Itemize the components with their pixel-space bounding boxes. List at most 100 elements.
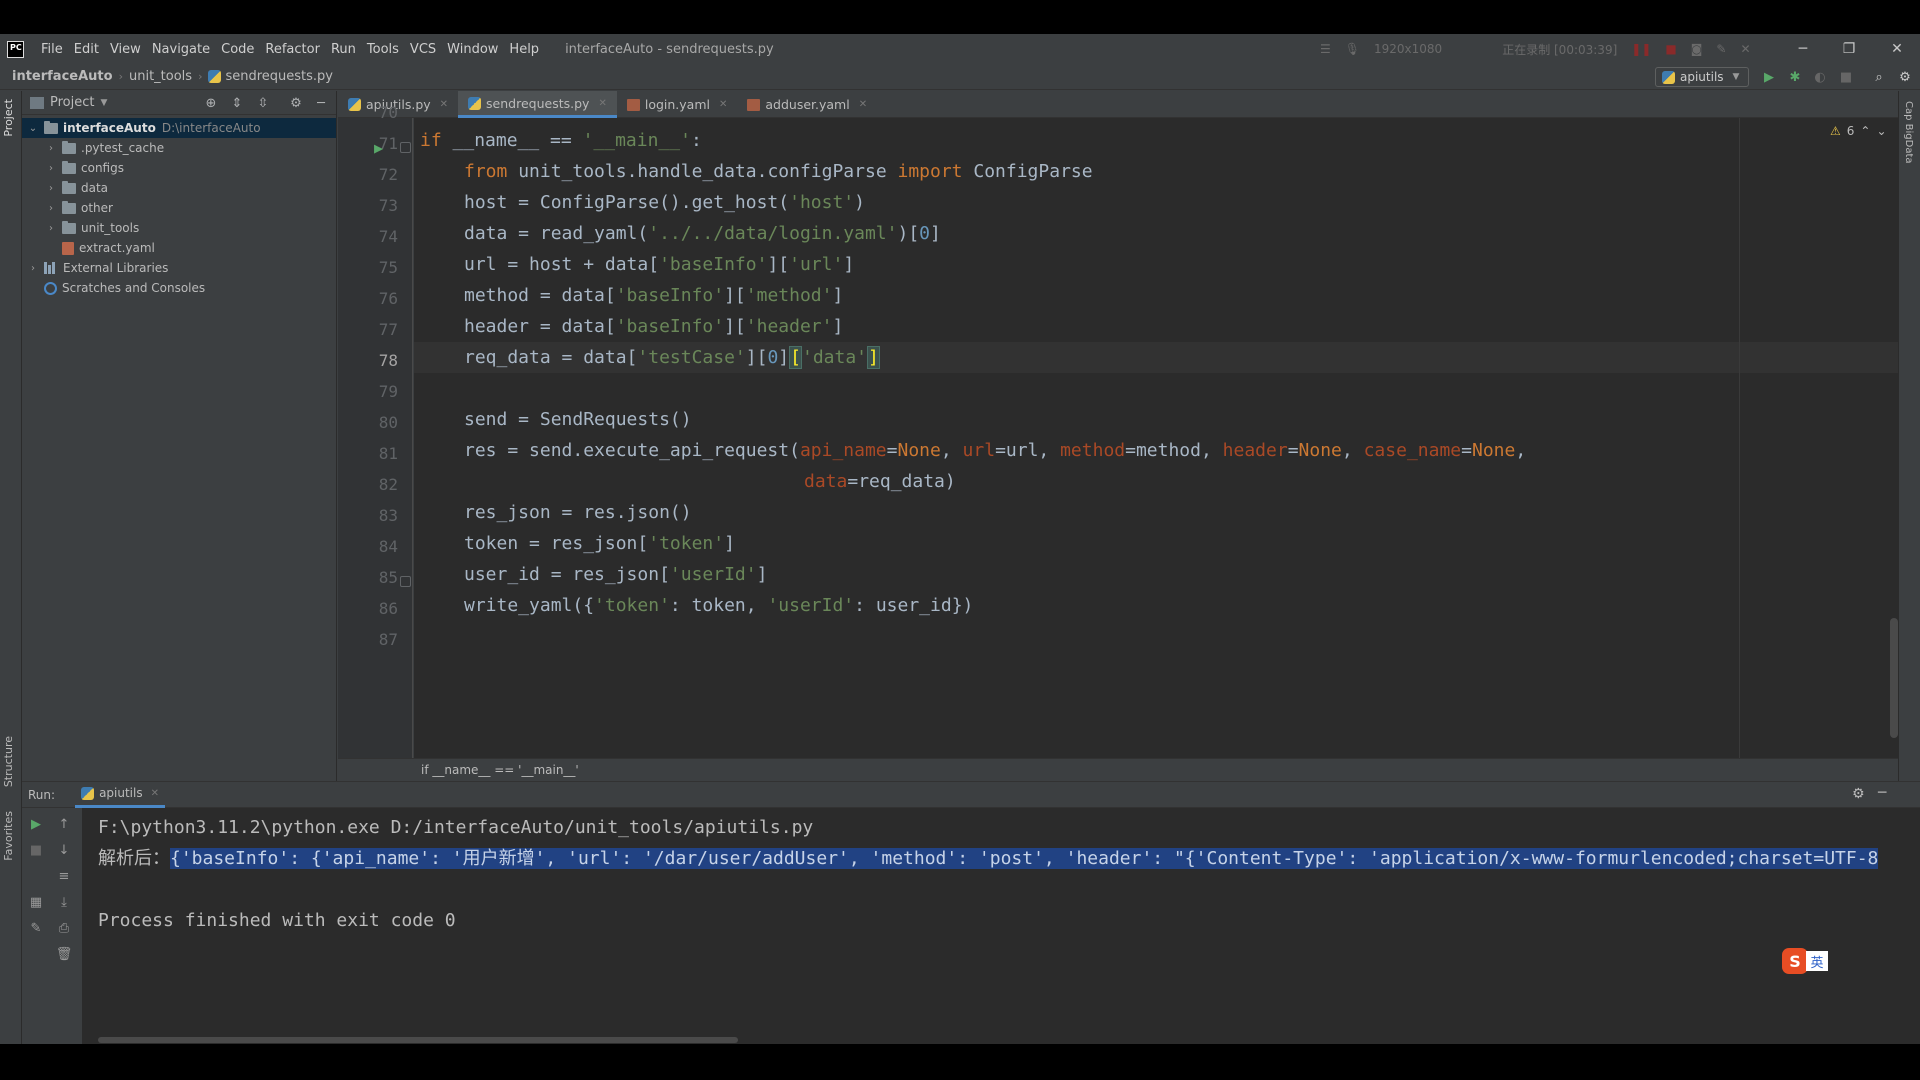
pin-icon[interactable]: ✎ bbox=[26, 918, 46, 938]
arrow-down-icon[interactable]: ↓ bbox=[54, 840, 74, 860]
tree-item-configs[interactable]: › configs bbox=[22, 158, 336, 178]
tree-item-unit-tools[interactable]: › unit_tools bbox=[22, 218, 336, 238]
tab-sendrequests[interactable]: sendrequests.py ✕ bbox=[458, 91, 617, 118]
expand-all-icon[interactable]: ⇕ bbox=[228, 94, 246, 112]
close-icon[interactable]: ✕ bbox=[598, 98, 606, 109]
search-icon[interactable]: ⌕ bbox=[1869, 67, 1889, 87]
menu-view[interactable]: View bbox=[110, 42, 141, 57]
debug-icon[interactable]: ✱ bbox=[1785, 67, 1805, 87]
run-configuration-select[interactable]: apiutils ▼ bbox=[1655, 67, 1749, 87]
chevron-down-icon[interactable]: ▼ bbox=[100, 98, 107, 108]
menu-window[interactable]: Window bbox=[447, 42, 498, 57]
trash-icon[interactable]: 🗑 bbox=[54, 944, 74, 964]
ide-window: PC File Edit View Navigate Code Refactor… bbox=[0, 34, 1920, 1045]
chevron-right-icon[interactable]: › bbox=[44, 163, 58, 174]
chevron-down-icon[interactable]: ⌄ bbox=[26, 123, 40, 134]
right-tool-stripe: Cap BigData bbox=[1898, 91, 1920, 781]
menu-vcs[interactable]: VCS bbox=[410, 42, 436, 57]
arrow-up-icon[interactable]: ↑ bbox=[54, 814, 74, 834]
tree-item-extract-yaml[interactable]: extract.yaml bbox=[22, 238, 336, 258]
close-icon[interactable]: ✕ bbox=[151, 788, 159, 799]
fold-icon[interactable] bbox=[400, 576, 411, 587]
menu-help[interactable]: Help bbox=[509, 42, 539, 57]
code-breadcrumb[interactable]: if __name__ == '__main__' bbox=[338, 758, 1898, 781]
bigdata-tool-tab[interactable]: Cap BigData bbox=[1903, 101, 1914, 164]
chevron-right-icon[interactable]: › bbox=[44, 183, 58, 194]
gear-icon[interactable]: ⚙ bbox=[1895, 67, 1915, 87]
close-window-icon[interactable]: ✕ bbox=[1874, 34, 1920, 64]
menu-file[interactable]: File bbox=[41, 42, 63, 57]
favorites-tool-tab[interactable]: Favorites bbox=[2, 811, 15, 861]
fold-icon[interactable] bbox=[400, 142, 411, 153]
tree-item-scratches[interactable]: Scratches and Consoles bbox=[22, 278, 336, 298]
run-tab-apiutils[interactable]: apiutils ✕ bbox=[75, 782, 165, 808]
breadcrumb-file[interactable]: sendrequests.py bbox=[225, 69, 333, 84]
collapse-all-icon[interactable]: ⇳ bbox=[254, 94, 272, 112]
tree-item-data[interactable]: › data bbox=[22, 178, 336, 198]
inspection-widget[interactable]: ⚠ 6 ⌃ ⌄ bbox=[1830, 124, 1887, 138]
close-icon[interactable]: ✕ bbox=[859, 99, 867, 110]
print-icon[interactable]: ⎙ bbox=[54, 918, 74, 938]
folder-icon bbox=[62, 220, 76, 234]
close-icon[interactable]: ✕ bbox=[719, 99, 727, 110]
screen-top-border bbox=[0, 0, 1920, 34]
menu-edit[interactable]: Edit bbox=[74, 42, 99, 57]
recorder-menu-icon[interactable]: ☰ bbox=[1320, 42, 1331, 56]
soft-wrap-icon[interactable]: ≡ bbox=[54, 866, 74, 886]
recorder-pen-icon[interactable]: ✎ bbox=[1716, 42, 1726, 56]
gear-icon[interactable]: ⚙ bbox=[1852, 786, 1865, 802]
chevron-right-icon[interactable]: › bbox=[44, 223, 58, 234]
menu-run[interactable]: Run bbox=[331, 42, 356, 57]
breadcrumb-project[interactable]: interfaceAuto bbox=[12, 69, 113, 84]
coverage-icon[interactable]: ◐ bbox=[1810, 67, 1830, 87]
editor-scrollbar[interactable] bbox=[1890, 618, 1898, 738]
left-tool-stripe: Project Structure Favorites bbox=[0, 91, 22, 1044]
ime-indicator[interactable]: S 英 bbox=[1782, 947, 1834, 975]
code-editor[interactable]: if __name__ == '__main__': from unit_too… bbox=[414, 118, 1898, 758]
menu-refactor[interactable]: Refactor bbox=[265, 42, 320, 57]
run-gutter-icon[interactable]: ▶ bbox=[374, 139, 383, 157]
tree-item-pytest-cache[interactable]: › .pytest_cache bbox=[22, 138, 336, 158]
python-file-icon bbox=[468, 96, 482, 110]
menu-navigate[interactable]: Navigate bbox=[152, 42, 210, 57]
tree-root-item[interactable]: ⌄ interfaceAuto D:\interfaceAuto bbox=[22, 118, 336, 138]
project-view-selector[interactable]: Project bbox=[50, 95, 94, 110]
project-tool-tab[interactable]: Project bbox=[2, 99, 15, 137]
recorder-mic-icon[interactable]: 🎙 bbox=[1345, 42, 1360, 56]
tree-item-other[interactable]: › other bbox=[22, 198, 336, 218]
recorder-pause-icon[interactable]: ❚❚ bbox=[1631, 42, 1651, 56]
run-icon[interactable]: ▶ bbox=[1759, 67, 1779, 87]
restore-window-icon[interactable]: ❐ bbox=[1826, 34, 1872, 64]
recorder-camera-icon[interactable]: ◙ bbox=[1691, 42, 1703, 56]
recorder-close-icon[interactable]: ✕ bbox=[1740, 42, 1750, 56]
line-number: 75 bbox=[378, 258, 398, 277]
gear-icon[interactable]: ⚙ bbox=[287, 94, 305, 112]
structure-tool-tab[interactable]: Structure bbox=[2, 736, 15, 787]
tab-login-yaml[interactable]: login.yaml ✕ bbox=[617, 91, 738, 118]
hide-panel-icon[interactable]: ─ bbox=[312, 94, 330, 112]
chevron-up-icon[interactable]: ⌃ bbox=[1860, 124, 1870, 138]
tab-adduser-yaml[interactable]: adduser.yaml ✕ bbox=[737, 91, 877, 118]
chevron-right-icon[interactable]: › bbox=[26, 263, 40, 274]
chevron-down-icon[interactable]: ⌄ bbox=[1876, 124, 1886, 138]
layout-icon[interactable]: ▦ bbox=[26, 892, 46, 912]
recorder-resolution: 1920x1080 bbox=[1374, 42, 1443, 56]
rerun-icon[interactable]: ▶ bbox=[26, 814, 46, 834]
minimize-window-icon[interactable]: ─ bbox=[1780, 34, 1826, 64]
recorder-stop-icon[interactable]: ■ bbox=[1665, 42, 1676, 56]
hide-panel-icon[interactable]: ─ bbox=[1878, 785, 1886, 801]
chevron-right-icon[interactable]: › bbox=[44, 143, 58, 154]
menu-tools[interactable]: Tools bbox=[367, 42, 399, 57]
stop-icon[interactable]: ■ bbox=[26, 840, 46, 860]
locate-file-icon[interactable]: ⊕ bbox=[202, 94, 220, 112]
chevron-right-icon[interactable]: › bbox=[44, 203, 58, 214]
console-output[interactable]: F:\python3.11.2\python.exe D:/interfaceA… bbox=[82, 808, 1920, 1030]
breadcrumb-folder[interactable]: unit_tools bbox=[129, 69, 192, 84]
tree-item-external-libraries[interactable]: › External Libraries bbox=[22, 258, 336, 278]
stop-icon[interactable]: ■ bbox=[1836, 67, 1856, 87]
menu-code[interactable]: Code bbox=[221, 42, 254, 57]
console-horizontal-scrollbar[interactable] bbox=[98, 1037, 738, 1043]
scroll-to-end-icon[interactable]: ⤓ bbox=[54, 892, 74, 912]
close-icon[interactable]: ✕ bbox=[440, 99, 448, 110]
line-number: 84 bbox=[378, 537, 398, 556]
